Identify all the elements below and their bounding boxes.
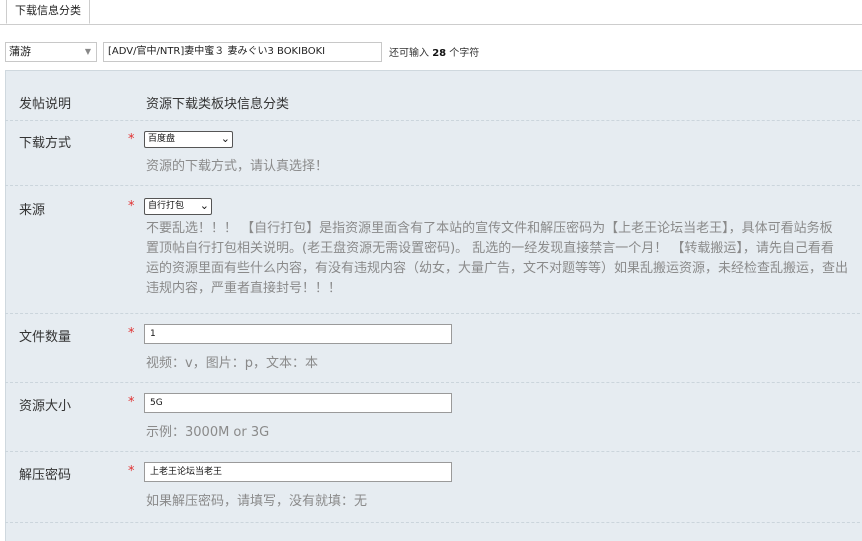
chevron-down-icon: ▼ [84, 47, 91, 56]
header-value: 资源下载类板块信息分类 [146, 97, 290, 112]
source-hint-line: 违规内容，严重者直接封号！！！ [146, 281, 342, 296]
source-hint-line: 运的资源里面有些什么内容，有没有违规内容（幼女，大量广告，文不对题等等）如果乱搬… [146, 261, 849, 276]
chevron-down-icon: ⌄ [199, 199, 209, 212]
required-mark: * [128, 199, 135, 214]
source-select[interactable]: 自行打包 ⌄ [144, 198, 212, 215]
source-label: 来源 [19, 203, 46, 218]
form-row-file-count: 文件数量 * 1 视频：v，图片：p，文本：本 [5, 314, 862, 383]
remaining-suffix: 个字符 [449, 48, 480, 59]
source-value: 自行打包 [148, 201, 185, 211]
header-label: 发帖说明 [19, 97, 72, 112]
remaining-prefix: 还可输入 [389, 48, 429, 59]
file-count-value: 1 [150, 329, 156, 339]
form-row-header: 发帖说明 资源下载类板块信息分类 [5, 80, 862, 121]
file-count-hint: 视频：v，图片：p，文本：本 [146, 356, 318, 371]
form-row-download: 下载方式 * 百度盘 ⌄ 资源的下载方式，请认真选择！ [5, 121, 862, 186]
size-input[interactable]: 5G [144, 393, 452, 413]
password-hint: 如果解压密码，请填写，没有就填：无 [146, 494, 368, 509]
remaining-count: 28 [432, 48, 447, 59]
required-mark: * [128, 132, 135, 147]
password-label: 解压密码 [19, 468, 72, 483]
form-row-password: 解压密码 * 上老王论坛当老王 如果解压密码，请填写，没有就填：无 [5, 452, 862, 523]
required-mark: * [128, 395, 135, 410]
source-hint-line: 不要乱选！！！ 【自行打包】是指资源里面含有了本站的宣传文件和解压密码为【上老王… [146, 221, 833, 236]
size-hint: 示例：3000M or 3G [146, 425, 270, 440]
size-value: 5G [150, 398, 163, 408]
file-count-label: 文件数量 [19, 330, 72, 345]
form-row-source: 来源 * 自行打包 ⌄ 不要乱选！！！ 【自行打包】是指资源里面含有了本站的宣传… [5, 186, 862, 314]
thread-type-select[interactable]: 蒲游 ▼ [5, 42, 97, 62]
password-input[interactable]: 上老王论坛当老王 [144, 462, 452, 482]
chevron-down-icon: ⌄ [220, 132, 230, 145]
file-count-input[interactable]: 1 [144, 324, 452, 344]
subject-value: [ADV/官中/NTR]妻中蜜３ 妻みぐい3 BOKIBOKI [108, 46, 326, 57]
required-mark: * [128, 326, 135, 341]
source-hint-line: 置顶帖自行打包相关说明。(老王盘资源无需设置密码)。 乱选的一经发现直接禁言一个… [146, 241, 834, 256]
download-method-value: 百度盘 [148, 134, 176, 144]
tab-bar: 下载信息分类 [0, 0, 862, 25]
remaining-chars: 还可输入 28 个字符 [389, 44, 479, 59]
size-label: 资源大小 [19, 399, 72, 414]
subject-input[interactable]: [ADV/官中/NTR]妻中蜜３ 妻みぐい3 BOKIBOKI [103, 42, 382, 62]
required-mark: * [128, 464, 135, 479]
download-label: 下载方式 [19, 136, 72, 151]
source-hint: 不要乱选！！！ 【自行打包】是指资源里面含有了本站的宣传文件和解压密码为【上老王… [146, 219, 862, 299]
tab-download-info[interactable]: 下载信息分类 [6, 0, 90, 24]
thread-type-value: 蒲游 [9, 45, 31, 58]
download-hint: 资源的下载方式，请认真选择！ [146, 159, 329, 174]
password-value: 上老王论坛当老王 [150, 467, 223, 477]
form-row-size: 资源大小 * 5G 示例：3000M or 3G [5, 383, 862, 452]
download-method-select[interactable]: 百度盘 ⌄ [144, 131, 233, 148]
